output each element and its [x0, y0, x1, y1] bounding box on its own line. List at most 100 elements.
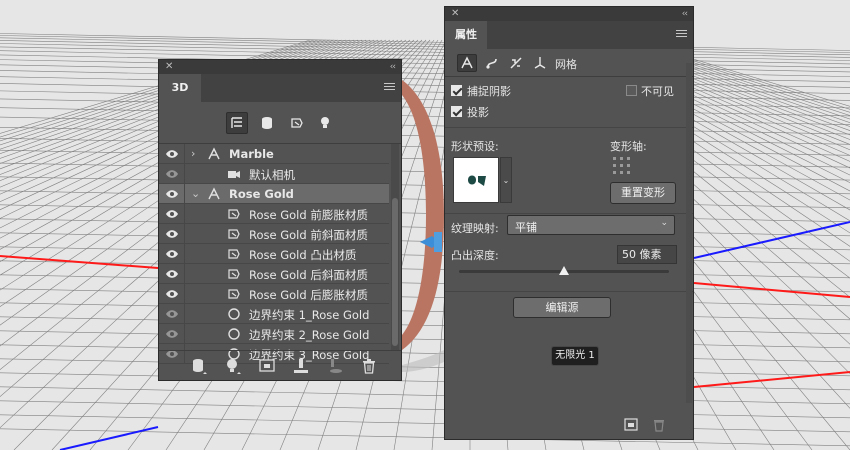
material-icon [227, 287, 241, 301]
eye-icon[interactable] [159, 164, 185, 184]
eye-icon[interactable] [159, 324, 185, 344]
cast-shadows-checkbox[interactable] [451, 106, 462, 117]
properties-panel: ✕ ‹‹ 属性 网格 捕捉阴影 不可见 投影 形状预设: 变形轴: ⌄ 重置变形… [444, 6, 694, 440]
texture-mapping-select[interactable]: 平铺 ⌄ [507, 215, 675, 235]
3d-panel-tabbar: 3D [159, 74, 401, 102]
divider [445, 291, 693, 292]
scene-filter-icon[interactable] [226, 112, 248, 134]
catch-shadows-label: 捕捉阴影 [467, 85, 511, 98]
add-mesh-icon[interactable] [191, 358, 207, 374]
catch-shadows-checkbox[interactable] [451, 85, 462, 96]
slider-thumb[interactable] [559, 266, 569, 275]
close-icon[interactable]: ✕ [165, 60, 173, 74]
3d-viewport[interactable] [0, 0, 850, 450]
tab-3d[interactable]: 3D [159, 74, 201, 102]
layer-row[interactable]: 默认相机 [159, 164, 389, 184]
trash-icon[interactable] [361, 358, 377, 374]
cap-mode-icon[interactable] [506, 54, 526, 72]
coordinates-mode-icon[interactable] [530, 54, 550, 72]
texture-mapping-value: 平铺 [515, 221, 537, 234]
material-icon [227, 267, 241, 281]
eye-icon[interactable] [159, 184, 185, 204]
layer-label: Rose Gold 前斜面材质 [249, 228, 368, 242]
properties-scrollbar[interactable] [686, 63, 692, 403]
extrusion-depth-label: 凸出深度: [451, 249, 499, 262]
3d-layer-scrollbar[interactable] [391, 144, 399, 350]
material-filter-icon[interactable] [286, 112, 308, 134]
properties-mode-toolbar: 网格 [445, 49, 693, 77]
trash-icon[interactable] [652, 418, 666, 432]
mesh-filter-icon[interactable] [256, 112, 278, 134]
3d-panel-titlebar: ✕ ‹‹ [159, 60, 401, 74]
3d-panel: ✕ ‹‹ 3D › Marble 默认相机 ⌄ Rose Gold Rose Gold 前… [158, 59, 402, 381]
layer-label: Rose Gold 后斜面材质 [249, 268, 368, 282]
add-light-icon[interactable] [225, 358, 241, 374]
deform-axis-label: 变形轴: [610, 140, 647, 153]
constraint-icon [227, 327, 241, 341]
layer-label: Marble [229, 147, 274, 161]
shape-preview-icon [468, 175, 486, 186]
layer-label: Rose Gold 后膨胀材质 [249, 288, 368, 302]
3d-panel-footer [159, 350, 401, 380]
chevron-right-icon[interactable]: › [191, 147, 195, 160]
deform-axis-grid-icon[interactable] [613, 157, 631, 175]
layer-row[interactable]: 边界约束 1_Rose Gold [159, 304, 389, 324]
eye-icon[interactable] [159, 204, 185, 224]
shape-preset-dropdown-icon[interactable]: ⌄ [500, 157, 512, 203]
render-settings-icon[interactable] [624, 418, 638, 432]
invisible-checkbox[interactable] [626, 85, 637, 96]
layer-row[interactable]: Rose Gold 前膨胀材质 [159, 204, 389, 224]
layer-label: 边界约束 1_Rose Gold [249, 308, 370, 322]
mesh-mode-icon[interactable] [457, 54, 477, 72]
panel-menu-icon[interactable] [676, 30, 687, 39]
3d-layer-list: › Marble 默认相机 ⌄ Rose Gold Rose Gold 前膨胀材质 Rose… [159, 144, 389, 364]
constraint-icon [227, 307, 241, 321]
3d-filter-toolbar [159, 102, 401, 144]
layer-row[interactable]: Rose Gold 凸出材质 [159, 244, 389, 264]
layer-label: Rose Gold 凸出材质 [249, 248, 357, 262]
light-tooltip: 无限光 1 [551, 346, 599, 366]
eye-icon[interactable] [159, 264, 185, 284]
eye-icon[interactable] [159, 284, 185, 304]
render-icon[interactable] [259, 358, 275, 374]
properties-panel-tabbar: 属性 [445, 21, 693, 49]
eye-icon[interactable] [159, 304, 185, 324]
mesh-icon [207, 147, 221, 161]
tab-properties[interactable]: 属性 [445, 21, 487, 49]
divider [445, 213, 693, 214]
material-icon [227, 247, 241, 261]
shape-preset-label: 形状预设: [451, 140, 499, 153]
layer-label: Rose Gold [229, 187, 294, 201]
layer-row[interactable]: Rose Gold 后斜面材质 [159, 264, 389, 284]
chevron-down-icon[interactable]: ⌄ [191, 187, 200, 200]
edit-source-button[interactable]: 编辑源 [513, 297, 611, 318]
ground-icon[interactable] [293, 358, 309, 374]
chevron-down-icon: ⌄ [660, 218, 668, 228]
collapse-icon[interactable]: ‹‹ [682, 7, 688, 21]
cast-shadows-label: 投影 [467, 106, 489, 119]
ground-shadow-icon[interactable] [327, 358, 343, 374]
shape-preset-thumbnail[interactable] [453, 157, 499, 203]
material-icon [227, 227, 241, 241]
extrusion-depth-input[interactable]: 50 像素 [617, 245, 677, 264]
layer-row[interactable]: Rose Gold 后膨胀材质 [159, 284, 389, 304]
material-icon [227, 207, 241, 221]
texture-mapping-label: 纹理映射: [451, 222, 499, 235]
eye-icon[interactable] [159, 224, 185, 244]
camera-icon [227, 167, 241, 181]
layer-label: 边界约束 2_Rose Gold [249, 328, 370, 342]
deform-mode-icon[interactable] [482, 54, 502, 72]
light-filter-icon[interactable] [314, 112, 336, 134]
eye-icon[interactable] [159, 244, 185, 264]
layer-row[interactable]: ⌄ Rose Gold [159, 184, 389, 204]
properties-footer [445, 411, 693, 439]
panel-menu-icon[interactable] [384, 83, 395, 92]
close-icon[interactable]: ✕ [451, 7, 459, 21]
layer-row[interactable]: Rose Gold 前斜面材质 [159, 224, 389, 244]
layer-row[interactable]: 边界约束 2_Rose Gold [159, 324, 389, 344]
collapse-icon[interactable]: ‹‹ [390, 60, 396, 74]
reset-deform-button[interactable]: 重置变形 [610, 182, 676, 204]
eye-icon[interactable] [159, 144, 185, 164]
layer-row[interactable]: › Marble [159, 144, 389, 164]
invisible-label: 不可见 [641, 85, 674, 98]
